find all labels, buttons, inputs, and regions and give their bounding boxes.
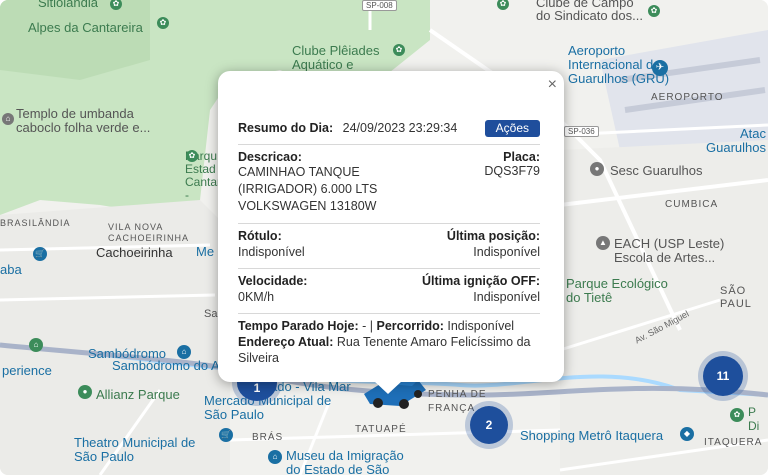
label-sesc: Sesc Guarulhos xyxy=(610,163,703,178)
divider xyxy=(238,313,540,314)
label-aba: aba xyxy=(0,262,22,277)
label-cachoeirinha: Cachoeirinha xyxy=(96,245,173,260)
park-pin-icon: ✿ xyxy=(393,44,405,56)
ultima-ignicao-value: Indisponível xyxy=(473,290,540,304)
endereco-label: Endereço Atual: xyxy=(238,335,334,349)
separator: | xyxy=(369,319,374,333)
label-theatro: Theatro Municipal de São Paulo xyxy=(74,435,196,464)
tempo-row: Tempo Parado Hoje: - | Percorrido: Indis… xyxy=(238,318,540,366)
map-window: Sitiolândia ✿ Alpes da Cantareira ✿ SP-0… xyxy=(0,0,768,475)
park-pin-icon: ✿ xyxy=(648,5,660,17)
label-mercado: Mercado Municipal de São Paulo xyxy=(204,393,332,422)
tempo-parado-label: Tempo Parado Hoje: xyxy=(238,319,359,333)
velocidade-row: Velocidade: 0KM/h Última ignição OFF: In… xyxy=(238,274,540,304)
label-cumbica: CUMBICA xyxy=(665,199,719,210)
acoes-button[interactable]: Ações xyxy=(484,120,540,137)
rotulo-row: Rótulo: Indisponível Última posição: Ind… xyxy=(238,229,540,259)
shopping-cart-icon: 🛒 xyxy=(219,428,233,442)
divider xyxy=(238,144,540,145)
road-shield-sp008: SP-008 xyxy=(362,0,397,11)
cluster-marker[interactable]: 2 xyxy=(470,406,508,444)
placa-label: Placa: xyxy=(503,150,540,164)
temple-pin-icon: ⌂ xyxy=(2,113,14,125)
percorrido-label: Percorrido: xyxy=(376,319,444,333)
label-each: EACH (USP Leste) Escola de Artes... xyxy=(614,236,725,265)
label-pdi: P Di xyxy=(748,405,760,433)
resumo-label: Resumo do Dia: xyxy=(238,121,334,135)
resumo-datetime: 24/09/2023 23:29:34 xyxy=(342,121,458,135)
museum-icon: ⌂ xyxy=(268,450,282,464)
park-pin-icon: ✿ xyxy=(730,408,744,422)
label-itaquera: ITAQUERA xyxy=(704,437,763,448)
label-vila-nova: VILA NOVA CACHOEIRINHA xyxy=(108,222,190,243)
label-brasilandia: BRASILÂNDIA xyxy=(0,218,71,228)
divider xyxy=(238,268,540,269)
ultima-ignicao-label: Última ignição OFF: xyxy=(421,274,540,288)
descricao-row: Descricao: CAMINHAO TANQUE (IRRIGADOR) 6… xyxy=(238,150,540,216)
tempo-parado-value: - xyxy=(362,319,367,333)
label-me: Me xyxy=(196,244,215,259)
airplane-icon: ✈ xyxy=(652,60,668,76)
location-pin-icon: ● xyxy=(590,162,604,176)
label-allianz: Allianz Parque xyxy=(96,387,180,402)
label-bras: BRÁS xyxy=(252,432,284,443)
shopping-bag-icon: ◆ xyxy=(680,427,694,441)
label-ataca: Atac Guarulhos xyxy=(706,126,766,155)
ultima-posicao-value: Indisponível xyxy=(473,245,540,259)
park-pin-icon: ✿ xyxy=(186,150,198,162)
stadium-icon: ⌂ xyxy=(177,345,191,359)
placa-value: DQS3F79 xyxy=(484,164,540,178)
park-pin-icon: ✿ xyxy=(157,17,169,29)
label-sao-paulo: SÃO PAUL xyxy=(720,285,752,310)
label-parque-eco: Parque Ecológico do Tietê xyxy=(566,276,668,305)
ultima-posicao-label: Última posição: xyxy=(446,229,540,243)
label-sindicato-2: do Sindicato dos... xyxy=(536,8,643,23)
stadium-pin-icon: ● xyxy=(78,385,92,399)
school-pin-icon: ▲ xyxy=(596,236,610,250)
shopping-cart-icon: 🛒 xyxy=(33,247,47,261)
cluster-marker[interactable]: 11 xyxy=(703,356,743,396)
label-tatuape: TATUAPÉ xyxy=(355,424,407,435)
label-alpes: Alpes da Cantareira xyxy=(28,20,143,35)
label-perience: perience xyxy=(2,363,52,378)
divider xyxy=(238,223,540,224)
close-icon[interactable]: × xyxy=(548,76,557,94)
label-sa: Sa xyxy=(204,308,218,320)
resumo-row: Resumo do Dia: 24/09/2023 23:29:34 Ações xyxy=(238,120,540,137)
label-shopping: Shopping Metrô Itaquera xyxy=(520,428,664,443)
label-museu: Museu da Imigração do Estado de São Paul… xyxy=(286,449,404,475)
road-shield-sp036: SP-036 xyxy=(564,126,599,137)
percorrido-value: Indisponível xyxy=(447,319,515,333)
vehicle-info-popup: × Resumo do Dia: 24/09/2023 23:29:34 Açõ… xyxy=(218,71,564,394)
descricao-value: CAMINHAO TANQUE (IRRIGADOR) 6.000 LTS VO… xyxy=(238,165,378,213)
label-sitioalandia: Sitiolândia xyxy=(38,0,98,10)
label-aeroporto-bairro: AEROPORTO xyxy=(651,92,724,103)
landmark-icon: ⌂ xyxy=(29,338,43,352)
label-templo: Templo de umbanda caboclo folha verde e.… xyxy=(16,106,151,135)
